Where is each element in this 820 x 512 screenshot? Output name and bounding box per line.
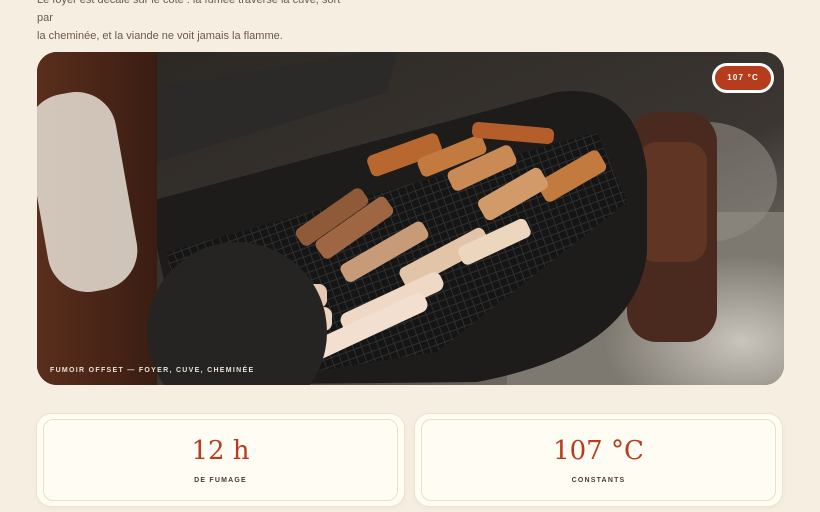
- intro-line-1: Le foyer est décalé sur le côté : la fum…: [37, 0, 341, 24]
- photo-caption: FUMOIR OFFSET — FOYER, CUVE, CHEMINÉE: [50, 367, 255, 374]
- stat-label-duration: DE FUMAGE: [194, 477, 247, 484]
- stat-card-duration: 12 h DE FUMAGE: [37, 414, 404, 506]
- stat-value-duration: 12 h: [191, 436, 250, 466]
- hero-photo-card: 107 °C FUMOIR OFFSET — FOYER, CUVE, CHEM…: [37, 52, 784, 385]
- smoker-photo-illustration: [37, 52, 784, 385]
- intro-paragraph: Le foyer est décalé sur le côté : la fum…: [37, 0, 357, 45]
- intro-line-2: la cheminée, et la viande ne voit jamais…: [37, 30, 283, 42]
- temperature-badge: 107 °C: [712, 63, 774, 93]
- stat-card-temperature: 107 °C CONSTANTS: [415, 414, 782, 506]
- stat-value-temperature: 107 °C: [553, 436, 644, 466]
- stat-label-temperature: CONSTANTS: [571, 477, 626, 484]
